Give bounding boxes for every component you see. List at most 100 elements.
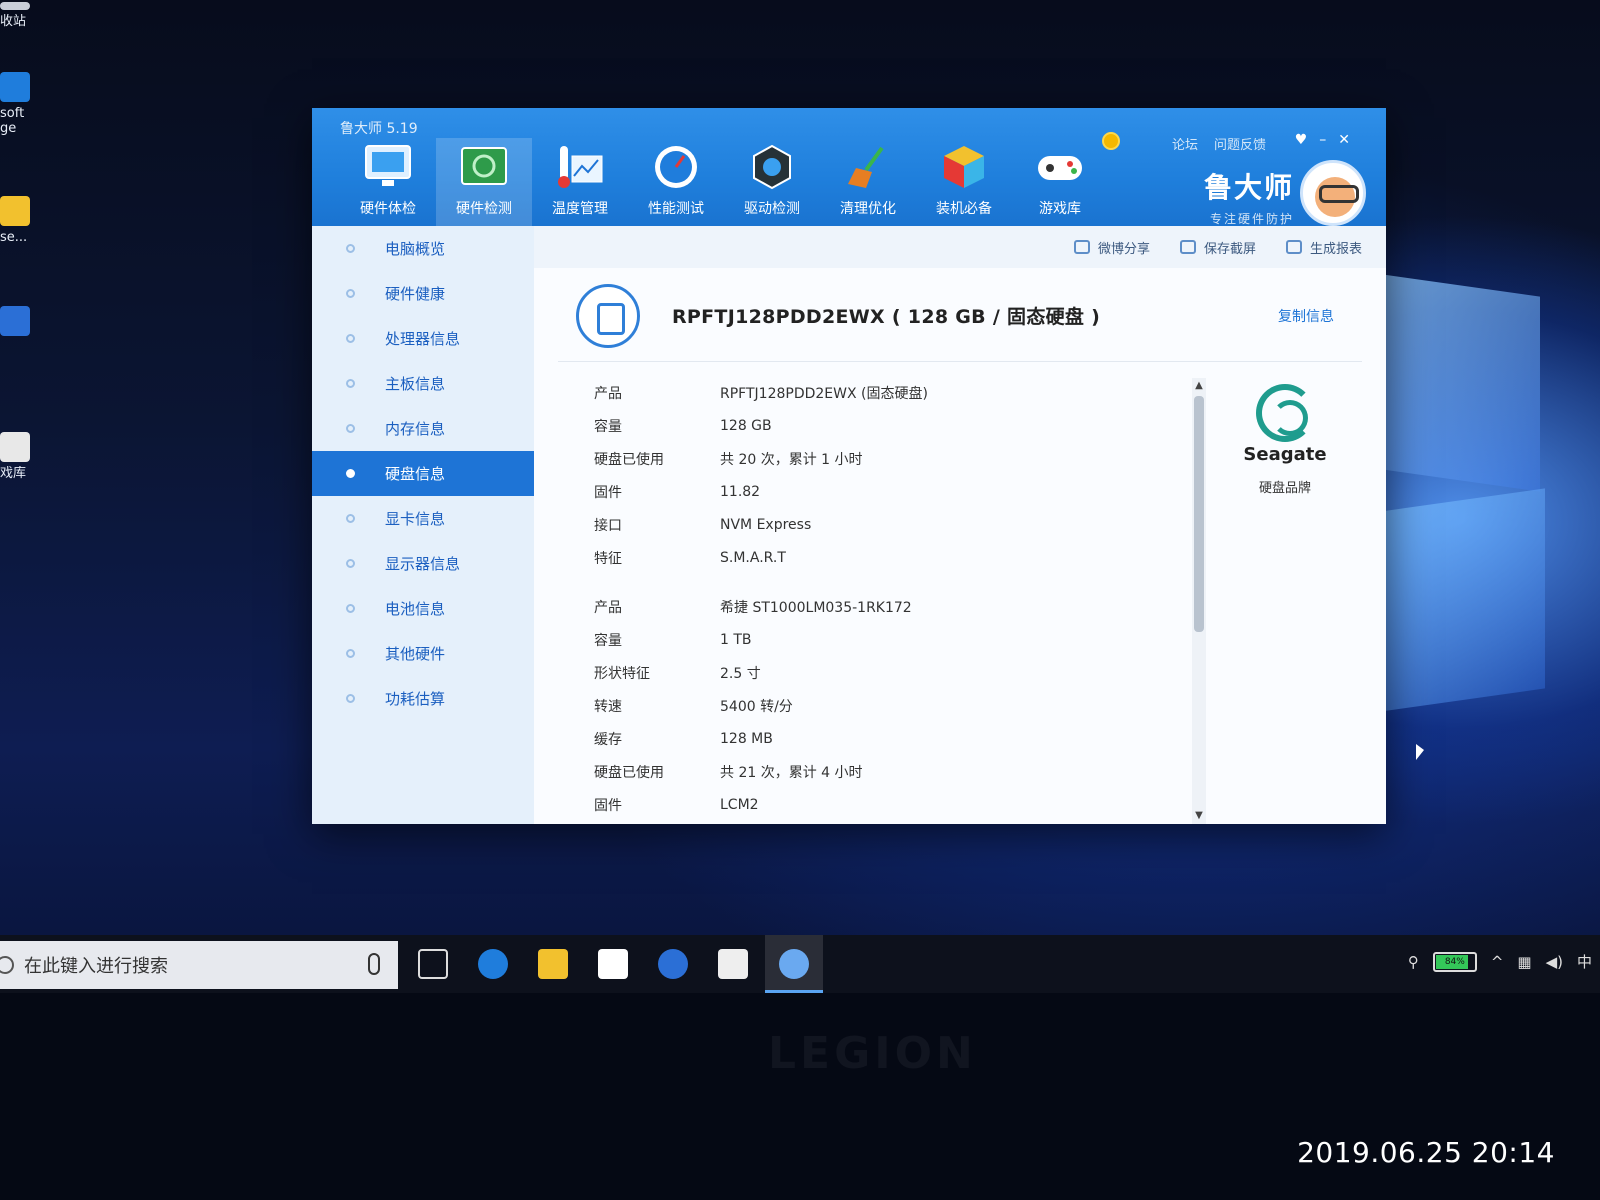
info-row: 固件 11.82: [594, 483, 761, 501]
tab-label: 硬件体检: [360, 201, 416, 217]
scroll-down-icon[interactable]: ▼: [1192, 808, 1206, 824]
taskbar-ludashi-active[interactable]: [765, 935, 823, 993]
sidebar-item-disk[interactable]: 硬盘信息: [312, 451, 534, 496]
tab-game-library[interactable]: 游戏库: [1012, 138, 1108, 226]
info-row: 接口 NVM Express: [594, 516, 812, 534]
tab-driver[interactable]: 驱动检测: [724, 138, 820, 226]
system-tray: ⚲ 84% ^ ▦ ◀) 中: [1408, 951, 1600, 972]
scroll-up-icon[interactable]: ▲: [1192, 378, 1206, 394]
laptop-bezel-logo: LEGION: [768, 1028, 977, 1079]
edge-icon[interactable]: [478, 949, 508, 979]
weibo-icon: [1073, 240, 1090, 254]
recycle-bin-icon: [0, 2, 30, 10]
content-toolbar: 微博分享 保存截屏 生成报表: [534, 226, 1386, 268]
chevron-up-icon[interactable]: ^: [1491, 953, 1504, 971]
mascot-avatar[interactable]: [1300, 160, 1366, 226]
mail-icon[interactable]: [718, 949, 748, 979]
tab-temperature[interactable]: 温度管理: [532, 138, 628, 226]
photo-timestamp: 2019.06.25 20:14: [1297, 1136, 1555, 1169]
thermometer-icon: [554, 144, 606, 190]
sidebar-item-display[interactable]: 显示器信息: [312, 541, 534, 586]
minimize-button[interactable]: –: [1319, 132, 1326, 148]
info-row: 转速 5400 转/分: [594, 698, 793, 715]
seagate-logo-icon: [1256, 384, 1314, 442]
copy-info-link[interactable]: 复制信息: [1278, 306, 1334, 326]
bullet-icon: [346, 289, 355, 298]
bullet-icon: [346, 514, 355, 523]
desktop-icon-game-library[interactable]: 戏库: [0, 432, 34, 481]
tab-label: 硬件检测: [456, 201, 512, 217]
bullet-icon: [346, 469, 355, 478]
disk-brand: Seagate 硬盘品牌: [1230, 384, 1340, 496]
bullet-icon: [346, 334, 355, 343]
battery-icon[interactable]: 84%: [1432, 951, 1477, 972]
tab-label: 清理优化: [840, 201, 896, 217]
desktop-icon-app[interactable]: [0, 306, 34, 336]
seagate-logo-text: Seagate: [1243, 444, 1327, 465]
people-icon[interactable]: ⚲: [1408, 953, 1419, 971]
tab-essentials[interactable]: 装机必备: [916, 138, 1012, 226]
desktop-icon-recycle-bin[interactable]: 收站: [0, 2, 34, 29]
store-icon[interactable]: [598, 949, 628, 979]
ludashi-icon: [779, 949, 809, 979]
disk-info-panel: 微博分享 保存截屏 生成报表 RPFTJ128PDD2EWX ( 128 GB …: [534, 226, 1386, 824]
tab-cleanup[interactable]: 清理优化: [820, 138, 916, 226]
favorite-icon[interactable]: ♥: [1295, 132, 1308, 148]
app-icon: [0, 196, 30, 226]
feedback-link[interactable]: 问题反馈: [1214, 134, 1266, 153]
sidebar-item-memory[interactable]: 内存信息: [312, 406, 534, 451]
sidebar-item-overview[interactable]: 电脑概览: [312, 226, 534, 271]
desktop-icon-edge[interactable]: soft ge: [0, 72, 34, 136]
tab-hardware-checkup[interactable]: 硬件体检: [340, 138, 436, 226]
desktop-icon-app[interactable]: se...: [0, 196, 34, 245]
save-screenshot-button[interactable]: 保存截屏: [1179, 238, 1256, 257]
sidebar-item-health[interactable]: 硬件健康: [312, 271, 534, 316]
brand-slogan: 专注硬件防护: [1209, 212, 1294, 226]
file-explorer-icon[interactable]: [538, 949, 568, 979]
tab-label: 温度管理: [552, 201, 608, 217]
taskbar-search-box[interactable]: 在此键入进行搜索: [0, 941, 398, 989]
tab-performance[interactable]: 性能测试: [628, 138, 724, 226]
sidebar-item-power[interactable]: 功耗估算: [312, 676, 534, 721]
sidebar-item-other[interactable]: 其他硬件: [312, 631, 534, 676]
weibo-share-button[interactable]: 微博分享: [1073, 238, 1150, 257]
microphone-icon[interactable]: [368, 953, 380, 975]
sidebar-item-cpu[interactable]: 处理器信息: [312, 316, 534, 361]
disk-title: RPFTJ128PDD2EWX ( 128 GB / 固态硬盘 ): [672, 306, 1101, 328]
taskbar: 在此键入进行搜索 ⚲ 84% ^ ▦ ◀) 中: [0, 935, 1600, 993]
disk-info-list: 产品 RPFTJ128PDD2EWX (固态硬盘) 容量 128 GB 硬盘已使用共…: [594, 376, 1194, 821]
sidebar-item-battery[interactable]: 电池信息: [312, 586, 534, 631]
close-button[interactable]: ✕: [1338, 132, 1350, 148]
generate-report-button[interactable]: 生成报表: [1285, 238, 1362, 257]
edge-icon: [0, 72, 30, 102]
bullet-icon: [346, 649, 355, 658]
report-icon: [1285, 240, 1302, 254]
ime-indicator[interactable]: 中: [1577, 951, 1592, 972]
info-row: 容量 1 TB: [594, 631, 752, 649]
info-row: 容量 128 GB: [594, 417, 772, 435]
bullet-icon: [346, 424, 355, 433]
info-row: 固件 LCM2: [594, 796, 759, 814]
info-row: 特征 S.M.A.R.T: [594, 549, 786, 567]
brand-name: 鲁大师: [1203, 171, 1294, 204]
info-row: 硬盘已使用共 20 次，累计 1 小时: [594, 451, 863, 468]
broom-icon: [842, 144, 894, 190]
forum-link[interactable]: 论坛: [1172, 134, 1198, 153]
windows-logo-pane: [1380, 488, 1545, 712]
network-icon[interactable]: ▦: [1517, 953, 1531, 971]
clock-app-icon[interactable]: [658, 949, 688, 979]
volume-icon[interactable]: ◀): [1546, 953, 1563, 971]
tab-hardware-detection[interactable]: 硬件检测: [436, 138, 532, 226]
title-links: 论坛 问题反馈: [1172, 134, 1266, 153]
ludashi-window: 鲁大师 5.19 论坛 问题反馈 ♥ – ✕ 硬件体检 硬件检测 温度管理 性能…: [312, 108, 1386, 824]
info-row: 产品 希捷 ST1000LM035-1RK172: [594, 599, 912, 616]
window-controls: ♥ – ✕: [1295, 132, 1350, 148]
task-view-icon[interactable]: [418, 949, 448, 979]
sidebar-item-motherboard[interactable]: 主板信息: [312, 361, 534, 406]
sidebar-item-gpu[interactable]: 显卡信息: [312, 496, 534, 541]
scroll-thumb[interactable]: [1194, 396, 1204, 632]
info-scrollbar[interactable]: ▲ ▼: [1192, 378, 1206, 824]
cube-icon: [938, 144, 990, 190]
tab-label: 游戏库: [1039, 201, 1081, 217]
app-header: 鲁大师 5.19 论坛 问题反馈 ♥ – ✕ 硬件体检 硬件检测 温度管理 性能…: [312, 108, 1386, 226]
